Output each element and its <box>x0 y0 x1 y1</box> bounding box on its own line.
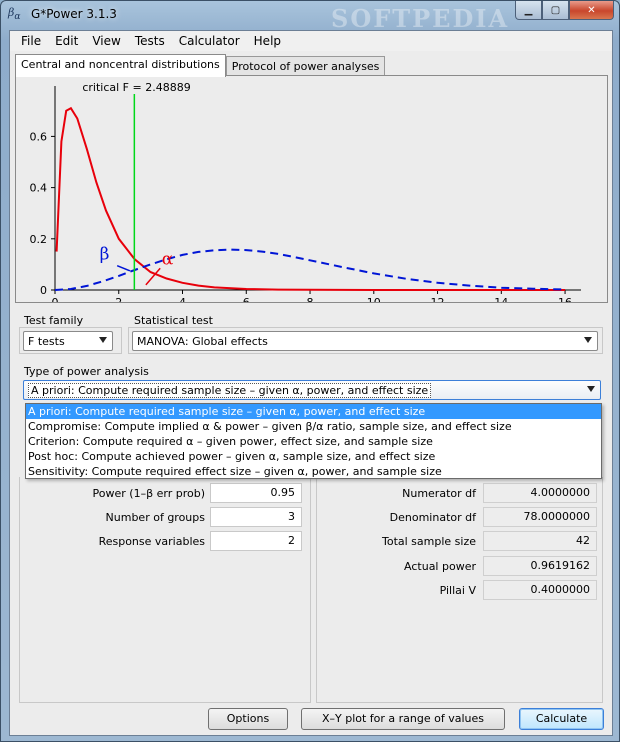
test-family-label: Test family <box>24 314 84 327</box>
watermark: SOFTPEDIA <box>331 4 510 33</box>
statistical-test-label: Statistical test <box>134 314 213 327</box>
maximize-icon: ▢ <box>550 4 561 16</box>
x-tick-label: 2 <box>115 296 122 302</box>
client-area: File Edit View Tests Calculator Help Cen… <box>9 30 613 736</box>
chevron-down-icon <box>584 337 592 343</box>
menu-calculator[interactable]: Calculator <box>172 31 247 51</box>
sample-size-value: 42 <box>483 531 597 551</box>
tab-strip: Central and noncentral distributions Pro… <box>15 54 386 77</box>
chevron-down-icon <box>99 337 107 343</box>
test-family-select[interactable]: F tests <box>23 331 113 351</box>
menu-bar: File Edit View Tests Calculator Help <box>10 31 612 51</box>
x-tick-label: 10 <box>367 296 381 302</box>
close-icon: ✕ <box>587 4 596 16</box>
option-post-hoc[interactable]: Post hoc: Compute achieved power – given… <box>26 449 601 464</box>
statistical-test-value: MANOVA: Global effects <box>137 334 268 348</box>
power-analysis-dropdown: A priori: Compute required sample size –… <box>25 403 602 479</box>
distribution-chart: 0 2 4 6 8 10 12 14 16 0 0.2 0.4 0.6 critical F = 2.48… <box>16 76 607 302</box>
numerator-df-value: 4.0000000 <box>483 483 597 503</box>
beta-annotation: β <box>100 244 110 264</box>
output-label-numerator-df: Numerator df <box>402 487 476 500</box>
alpha-annotation: α <box>162 249 174 269</box>
option-compromise[interactable]: Compromise: Compute implied α & power – … <box>26 419 601 434</box>
y-tick-label: 0 <box>40 284 47 297</box>
title-bar[interactable]: βα G*Power 3.1.3 SOFTPEDIA ▁ ▢ ✕ <box>1 1 619 33</box>
output-label-pillai-v: Pillai V <box>439 584 476 597</box>
x-tick-label: 4 <box>179 296 186 302</box>
window-title: G*Power 3.1.3 <box>31 7 117 21</box>
plot-background <box>16 76 607 302</box>
power-input[interactable]: 0.95 <box>210 483 302 503</box>
minimize-icon: ▁ <box>524 4 533 16</box>
critical-f-label: critical F = 2.48889 <box>82 81 190 94</box>
groups-input[interactable]: 3 <box>210 507 302 527</box>
test-family-value: F tests <box>28 334 65 348</box>
denominator-df-value: 78.0000000 <box>483 507 597 527</box>
y-tick-label: 0.6 <box>30 130 48 143</box>
option-a-priori[interactable]: A priori: Compute required sample size –… <box>26 404 601 419</box>
calculate-button[interactable]: Calculate <box>519 708 604 730</box>
output-label-denominator-df: Denominator df <box>389 511 476 524</box>
tab-protocol[interactable]: Protocol of power analyses <box>225 56 386 77</box>
menu-help[interactable]: Help <box>247 31 288 51</box>
option-sensitivity[interactable]: Sensitivity: Compute required effect siz… <box>26 464 601 479</box>
actual-power-value: 0.9619162 <box>483 556 597 576</box>
x-tick-label: 8 <box>307 296 314 302</box>
x-tick-label: 6 <box>243 296 250 302</box>
input-label-responses: Response variables <box>98 535 205 548</box>
y-tick-label: 0.4 <box>30 182 48 195</box>
menu-file[interactable]: File <box>14 31 48 51</box>
input-label-power: Power (1–β err prob) <box>92 487 205 500</box>
maximize-button[interactable]: ▢ <box>542 1 569 20</box>
power-analysis-select[interactable]: A priori: Compute required sample size –… <box>23 380 601 400</box>
x-tick-label: 16 <box>558 296 572 302</box>
tab-distributions[interactable]: Central and noncentral distributions <box>15 54 226 77</box>
xy-plot-button[interactable]: X–Y plot for a range of values <box>301 708 505 730</box>
x-tick-label: 0 <box>52 296 59 302</box>
app-window: βα G*Power 3.1.3 SOFTPEDIA ▁ ▢ ✕ File Ed… <box>0 0 620 742</box>
y-tick-label: 0.2 <box>30 233 48 246</box>
responses-input[interactable]: 2 <box>210 531 302 551</box>
gpower-app-icon[interactable]: βα <box>8 6 26 24</box>
chevron-down-icon <box>587 386 595 392</box>
pillai-v-value: 0.4000000 <box>483 580 597 600</box>
x-tick-label: 12 <box>431 296 445 302</box>
distribution-plot-panel: 0 2 4 6 8 10 12 14 16 0 0.2 0.4 0.6 critical F = 2.48… <box>15 75 608 303</box>
output-label-actual-power: Actual power <box>404 560 476 573</box>
menu-view[interactable]: View <box>85 31 127 51</box>
statistical-test-select[interactable]: MANOVA: Global effects <box>132 331 598 351</box>
output-label-sample-size: Total sample size <box>381 535 476 548</box>
x-tick-label: 14 <box>494 296 508 302</box>
input-label-groups: Number of groups <box>105 511 205 524</box>
option-criterion[interactable]: Criterion: Compute required α – given po… <box>26 434 601 449</box>
menu-edit[interactable]: Edit <box>48 31 85 51</box>
options-button[interactable]: Options <box>208 708 288 730</box>
power-analysis-value: A priori: Compute required sample size –… <box>28 382 432 398</box>
menu-tests[interactable]: Tests <box>128 31 172 51</box>
power-analysis-label: Type of power analysis <box>24 365 149 378</box>
minimize-button[interactable]: ▁ <box>515 1 542 20</box>
close-button[interactable]: ✕ <box>569 1 614 20</box>
